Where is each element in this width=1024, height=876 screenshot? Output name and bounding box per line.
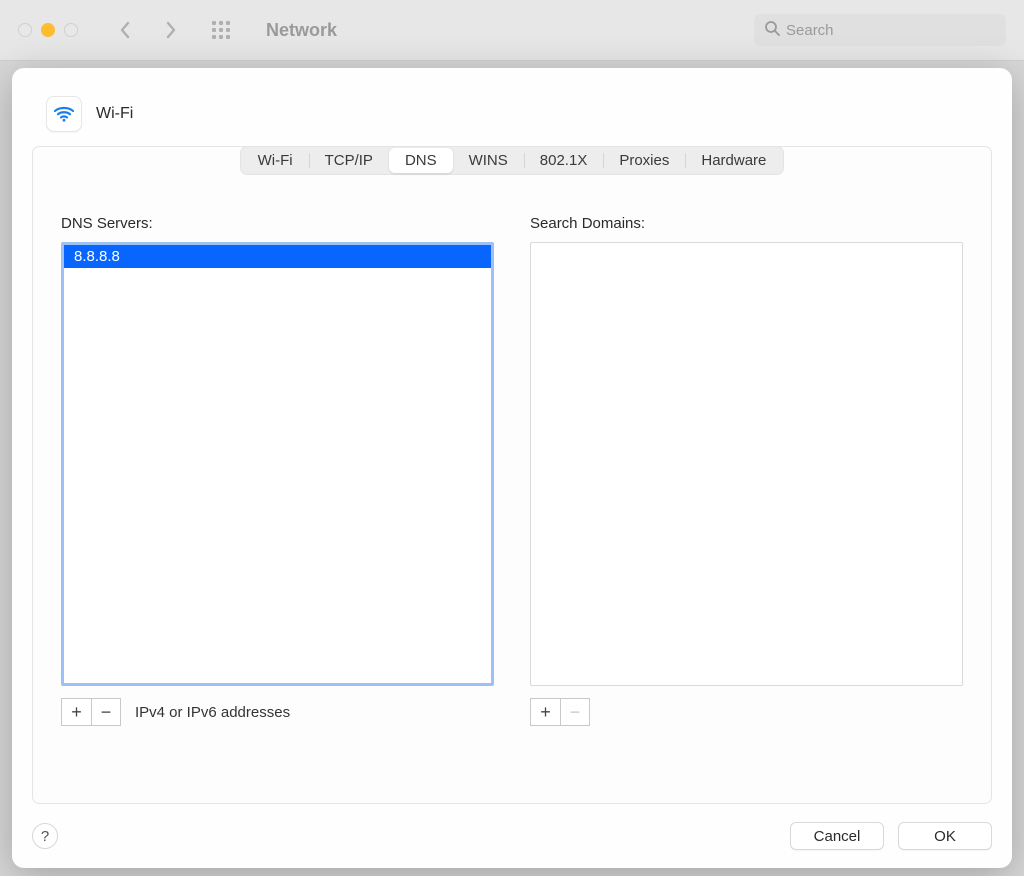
window-title: Network — [266, 20, 337, 41]
show-all-icon[interactable] — [212, 21, 230, 39]
search-domains-column: Search Domains: + − — [530, 215, 963, 726]
minimize-window-button[interactable] — [41, 23, 55, 37]
dns-servers-list[interactable]: 8.8.8.8 — [61, 242, 494, 686]
domains-remove-button[interactable]: − — [560, 698, 590, 726]
tab-8021x[interactable]: 802.1X — [524, 148, 604, 173]
tab-hardware[interactable]: Hardware — [685, 148, 782, 173]
network-advanced-sheet: Wi-Fi Wi-Fi TCP/IP DNS WINS 802.1X Proxi… — [12, 68, 1012, 868]
domains-add-remove-group: + − — [530, 698, 590, 726]
sheet-footer: ? Cancel OK — [32, 822, 992, 850]
search-placeholder: Search — [786, 22, 834, 39]
traffic-lights — [18, 23, 78, 37]
tab-proxies[interactable]: Proxies — [603, 148, 685, 173]
search-icon — [764, 20, 780, 41]
content-frame: Wi-Fi TCP/IP DNS WINS 802.1X Proxies Har… — [32, 146, 992, 804]
tab-wifi[interactable]: Wi-Fi — [242, 148, 309, 173]
forward-button[interactable] — [162, 21, 180, 39]
tab-bar: Wi-Fi TCP/IP DNS WINS 802.1X Proxies Har… — [61, 146, 963, 175]
wifi-icon — [46, 96, 82, 132]
search-domains-list[interactable] — [530, 242, 963, 686]
cancel-button[interactable]: Cancel — [790, 822, 884, 850]
search-domains-label: Search Domains: — [530, 215, 963, 232]
ok-button[interactable]: OK — [898, 822, 992, 850]
dns-add-button[interactable]: + — [61, 698, 91, 726]
dns-servers-column: DNS Servers: 8.8.8.8 + − IPv4 or IPv6 ad… — [61, 215, 494, 726]
tab-dns[interactable]: DNS — [389, 148, 453, 173]
dns-hint: IPv4 or IPv6 addresses — [135, 704, 290, 721]
dns-servers-label: DNS Servers: — [61, 215, 494, 232]
window-toolbar: Network Search — [0, 0, 1024, 61]
back-button[interactable] — [116, 21, 134, 39]
close-window-button[interactable] — [18, 23, 32, 37]
tab-wins[interactable]: WINS — [453, 148, 524, 173]
sheet-title: Wi-Fi — [96, 105, 133, 123]
domains-add-button[interactable]: + — [530, 698, 560, 726]
help-button[interactable]: ? — [32, 823, 58, 849]
toolbar-search[interactable]: Search — [754, 14, 1006, 46]
zoom-window-button[interactable] — [64, 23, 78, 37]
dns-add-remove-group: + − — [61, 698, 121, 726]
tab-tcpip[interactable]: TCP/IP — [309, 148, 389, 173]
dns-remove-button[interactable]: − — [91, 698, 121, 726]
dns-server-row[interactable]: 8.8.8.8 — [64, 245, 491, 268]
